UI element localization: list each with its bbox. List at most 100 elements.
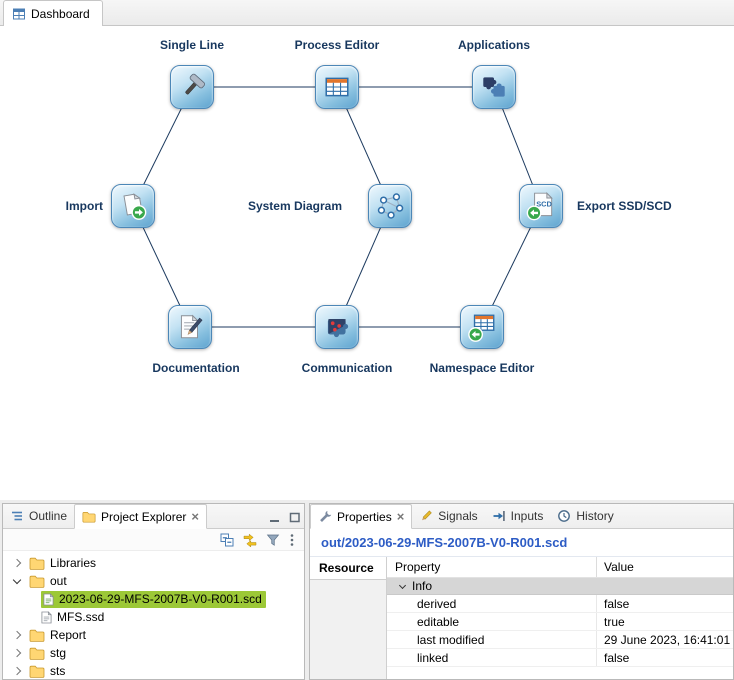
dashboard-node-label-communication: Communication	[287, 361, 407, 375]
close-icon[interactable]	[191, 510, 199, 524]
tab-label: Project Explorer	[101, 510, 186, 524]
tree-item-stg[interactable]: stg	[3, 644, 304, 662]
close-icon[interactable]	[397, 510, 405, 524]
tab-history[interactable]: History	[550, 503, 620, 528]
dashboard-node-documentation[interactable]	[168, 305, 212, 349]
properties-panel: Properties Signals Inputs	[309, 503, 734, 680]
table-row[interactable]: derived false	[387, 595, 733, 613]
tab-inputs[interactable]: Inputs	[485, 503, 551, 528]
tab-outline[interactable]: Outline	[3, 503, 74, 528]
applications-icon[interactable]	[472, 65, 516, 109]
group-row-info[interactable]: Info	[387, 578, 733, 595]
property-name: editable	[387, 613, 597, 630]
tab-properties[interactable]: Properties	[310, 504, 412, 529]
tree-item-report[interactable]: Report	[3, 626, 304, 644]
dashboard-node-namespace-editor[interactable]	[460, 305, 504, 349]
tab-label: Properties	[337, 510, 392, 524]
property-name: derived	[387, 595, 597, 612]
folder-icon	[29, 647, 45, 660]
puzzle-network-icon	[322, 312, 352, 342]
tab-label: Dashboard	[31, 7, 90, 21]
chevron-down-icon[interactable]	[399, 581, 406, 588]
view-menu-button[interactable]	[289, 533, 295, 547]
dashboard-node-label-namespace-editor: Namespace Editor	[412, 361, 552, 375]
dashboard-node-label-export: Export SSD/SCD	[577, 199, 707, 213]
tree-item-label: Libraries	[50, 556, 96, 570]
chevron-right-icon[interactable]	[13, 649, 21, 657]
dashboard-node-communication[interactable]	[315, 305, 359, 349]
table-row[interactable]: linked false	[387, 649, 733, 667]
tab-dashboard[interactable]: Dashboard	[3, 0, 103, 26]
communication-icon[interactable]	[315, 305, 359, 349]
maximize-button[interactable]	[284, 506, 304, 528]
column-header-property[interactable]: Property	[387, 557, 597, 577]
network-icon	[375, 191, 405, 221]
tree-item-ssd-file[interactable]: MFS.ssd	[3, 608, 304, 626]
side-tab-resource[interactable]: Resource	[310, 557, 386, 580]
link-with-editor-icon	[243, 533, 257, 547]
property-value[interactable]: false	[597, 651, 733, 665]
document-pencil-icon	[175, 312, 205, 342]
group-label: Info	[412, 579, 432, 593]
tab-project-explorer[interactable]: Project Explorer	[74, 504, 207, 529]
scd-document-export-icon: SCD	[525, 190, 557, 222]
tree-item-out[interactable]: out	[3, 572, 304, 590]
table-arrow-icon	[466, 311, 498, 343]
folder-icon	[29, 629, 45, 642]
dashboard-node-system-diagram[interactable]	[368, 184, 412, 228]
properties-table: Property Value Info derived false editab…	[387, 557, 733, 679]
dashboard-node-process-editor[interactable]	[315, 65, 359, 109]
import-icon[interactable]	[111, 184, 155, 228]
editor-tabbar: Dashboard	[0, 0, 734, 26]
table-row[interactable]: last modified 29 June 2023, 16:41:01	[387, 631, 733, 649]
chevron-right-icon[interactable]	[13, 667, 21, 675]
folder-icon	[29, 557, 45, 570]
chevron-down-icon[interactable]	[13, 576, 21, 584]
link-with-editor-button[interactable]	[243, 533, 257, 547]
filter-icon	[266, 533, 280, 547]
tree-item-sts[interactable]: sts	[3, 662, 304, 679]
chevron-right-icon[interactable]	[13, 559, 21, 567]
dashboard-icon	[12, 7, 26, 21]
tree-item-scd-file[interactable]: 2023-06-29-MFS-2007B-V0-R001.scd	[3, 590, 304, 608]
tree-item-label: stg	[50, 646, 66, 660]
property-value[interactable]: false	[597, 597, 733, 611]
namespace-editor-icon[interactable]	[460, 305, 504, 349]
property-name: last modified	[387, 631, 597, 648]
documentation-icon[interactable]	[168, 305, 212, 349]
folder-icon	[29, 665, 45, 678]
dashboard-node-applications[interactable]	[472, 65, 516, 109]
dashboard-node-export[interactable]: SCD	[519, 184, 563, 228]
minimize-button[interactable]	[264, 506, 284, 528]
tab-label: Inputs	[511, 509, 544, 523]
process-editor-icon[interactable]	[315, 65, 359, 109]
connector-lines	[0, 26, 734, 500]
single-line-icon[interactable]	[170, 65, 214, 109]
tree-item-libraries[interactable]: Libraries	[3, 554, 304, 572]
table-icon	[323, 73, 351, 101]
table-row[interactable]: editable true	[387, 613, 733, 631]
chevron-right-icon[interactable]	[13, 631, 21, 639]
system-diagram-icon[interactable]	[368, 184, 412, 228]
dashboard-node-import[interactable]	[111, 184, 155, 228]
dashboard-node-label-documentation: Documentation	[136, 361, 256, 375]
bottom-panels: Outline Project Explorer	[0, 500, 734, 680]
column-header-value[interactable]: Value	[597, 560, 733, 574]
property-value[interactable]: 29 June 2023, 16:41:01	[597, 633, 733, 647]
minimize-icon	[268, 511, 281, 524]
properties-side-tabs: Resource	[310, 557, 387, 679]
selected-row-highlight: 2023-06-29-MFS-2007B-V0-R001.scd	[41, 591, 266, 608]
tree-item-label: Report	[50, 628, 86, 642]
clock-icon	[557, 509, 571, 523]
properties-body: Resource Property Value Info derived fal…	[310, 557, 733, 679]
puzzle-icon	[479, 72, 509, 102]
filter-button[interactable]	[266, 533, 280, 547]
tab-signals[interactable]: Signals	[412, 503, 484, 528]
export-ssd-scd-icon[interactable]: SCD	[519, 184, 563, 228]
collapse-all-button[interactable]	[220, 533, 234, 547]
property-value[interactable]: true	[597, 615, 733, 629]
project-explorer-icon	[82, 511, 96, 523]
dashboard-node-single-line[interactable]	[170, 65, 214, 109]
document-import-icon	[118, 191, 148, 221]
project-tree: Libraries out 20	[3, 551, 304, 679]
